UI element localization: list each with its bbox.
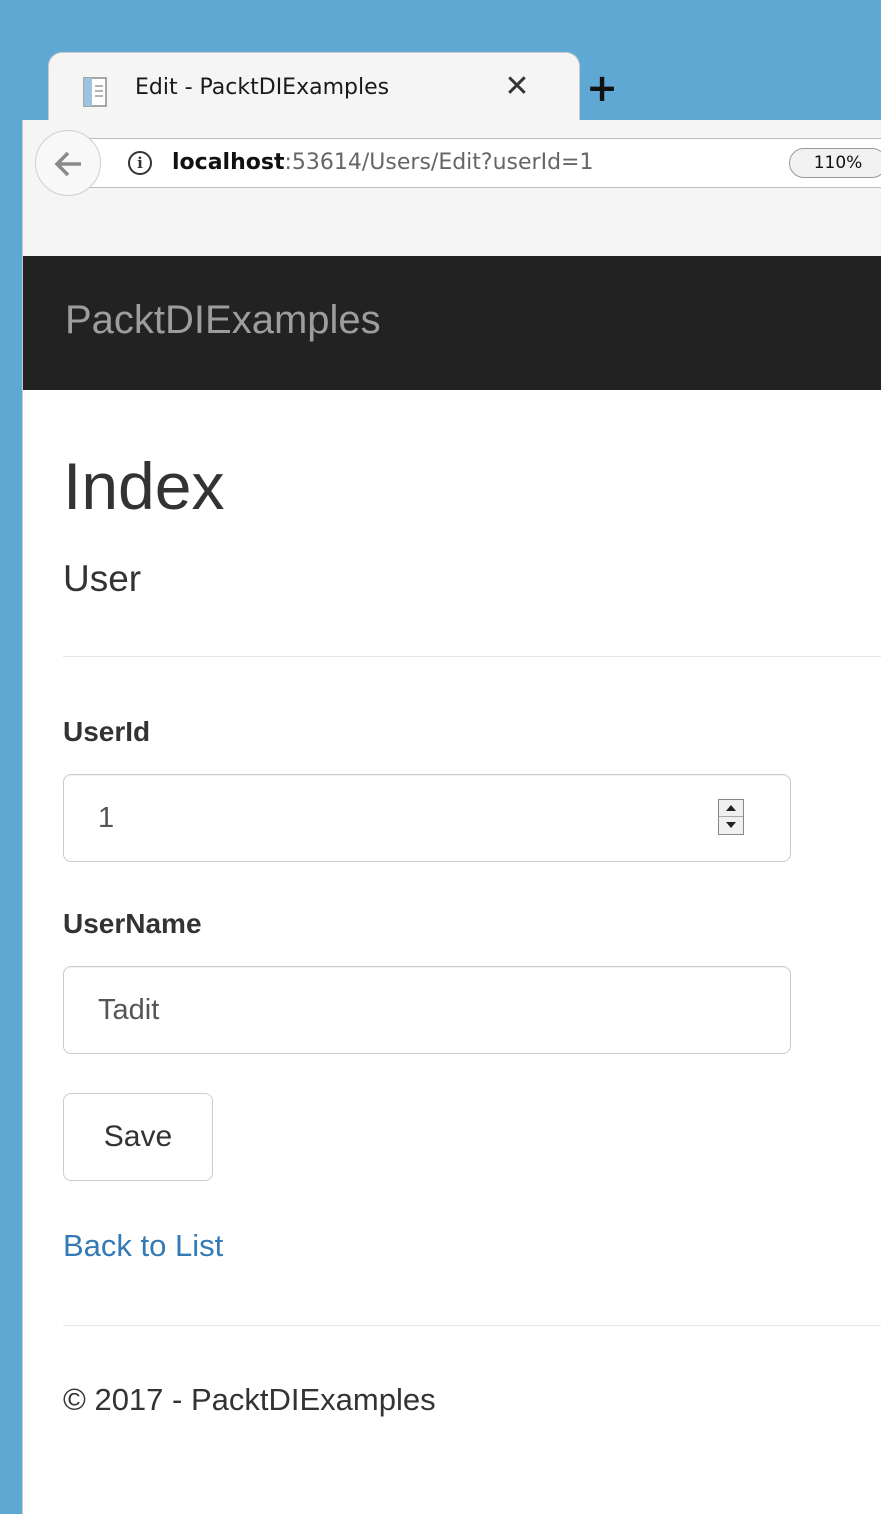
back-to-list-link[interactable]: Back to List: [63, 1228, 223, 1264]
userid-label: UserId: [63, 716, 151, 747]
browser-toolbar: i localhost:53614/Users/Edit?userId=1 11…: [22, 120, 881, 256]
page-subtitle: User: [63, 558, 142, 599]
page-title: Index: [63, 449, 225, 523]
address-bar[interactable]: i localhost:53614/Users/Edit?userId=1 11…: [83, 138, 881, 188]
divider: [63, 656, 881, 657]
userid-input[interactable]: [63, 774, 791, 862]
save-button[interactable]: Save: [63, 1093, 213, 1181]
footer-copyright: © 2017 - PacktDIExamples: [63, 1382, 436, 1417]
info-icon[interactable]: i: [128, 151, 152, 175]
navbar-brand-link[interactable]: PacktDIExamples: [65, 298, 381, 343]
browser-tab[interactable]: Edit - PacktDIExamples ✕: [48, 52, 580, 126]
footer-divider: [63, 1325, 881, 1326]
username-input[interactable]: [63, 966, 791, 1054]
spin-up-icon[interactable]: [719, 800, 743, 817]
new-tab-icon[interactable]: +: [582, 68, 622, 108]
back-button[interactable]: [35, 130, 101, 196]
site-navbar: PacktDIExamples: [23, 256, 881, 390]
url-host: localhost: [172, 150, 285, 175]
userid-spinner[interactable]: [718, 799, 744, 835]
tab-close-icon[interactable]: ✕: [499, 69, 535, 105]
url-text: localhost:53614/Users/Edit?userId=1: [172, 150, 593, 175]
username-label: UserName: [63, 908, 202, 939]
browser-titlebar: Edit - PacktDIExamples ✕ +: [0, 0, 881, 126]
tab-title: Edit - PacktDIExamples: [135, 75, 390, 100]
page-viewport: PacktDIExamples Index User UserId UserNa…: [22, 256, 881, 1514]
zoom-level-badge[interactable]: 110%: [789, 148, 881, 178]
back-arrow-icon: [54, 151, 81, 177]
url-path: :53614/Users/Edit?userId=1: [284, 150, 594, 175]
spin-down-icon[interactable]: [719, 817, 743, 834]
page-icon: [83, 77, 111, 107]
